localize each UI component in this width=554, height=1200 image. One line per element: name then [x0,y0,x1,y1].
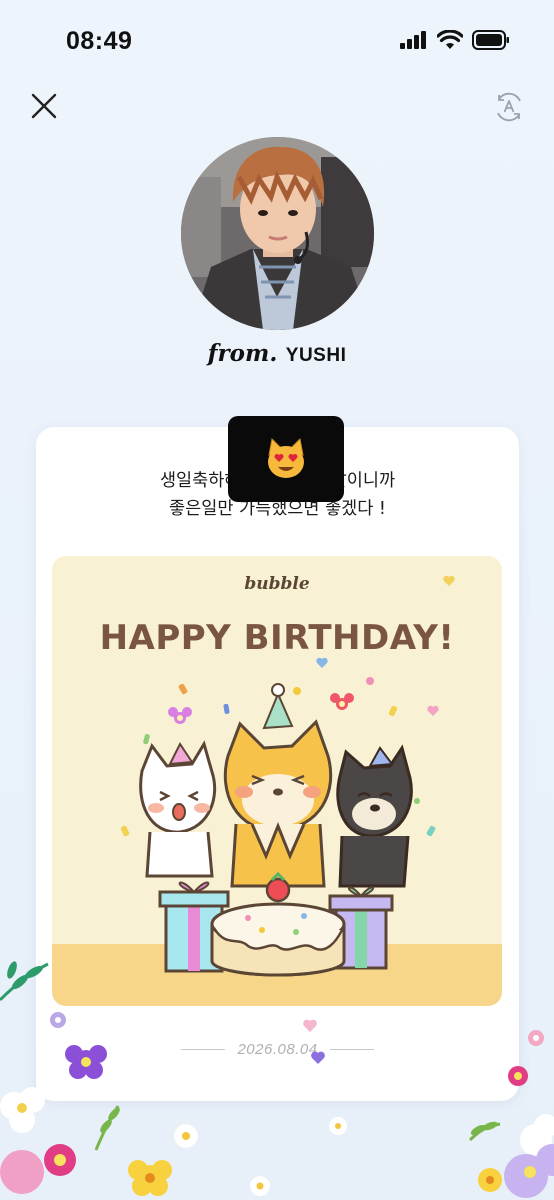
translate-icon [497,92,521,122]
white-dog [139,740,217,878]
status-bar: 08:49 [0,0,554,80]
wifi-icon [437,30,463,49]
date-divider-left [181,1049,226,1050]
close-button[interactable] [26,88,62,124]
shiba-dog [223,683,333,888]
emoji-reaction-popup[interactable] [228,416,344,502]
sender-name: YUSHI [285,345,347,366]
date-row: 2026.08.04 [36,1041,519,1058]
daisy [173,1117,347,1196]
from-line: from. YUSHI [0,340,554,367]
profile-photo [181,137,374,330]
status-time: 08:49 [66,27,133,55]
pink-flower [0,1144,76,1194]
letter-card: 생일축하해요~ 특별한 날이니까 좋은일만 가득했으면 좋겠다 ! bubble… [36,427,519,1101]
signal-icon [400,31,426,49]
battery-icon [472,30,509,50]
birthday-illustration [52,575,502,1006]
status-icons [400,30,510,50]
yellow-flower [128,1160,172,1196]
birthday-image: bubble HAPPY BIRTHDAY! [52,556,502,1006]
decor-flowers [168,575,455,724]
from-prefix: from. [207,340,278,367]
avatar [181,137,374,330]
date-divider-right [329,1049,374,1050]
translate-button[interactable] [494,92,524,122]
black-dog [336,744,413,888]
close-icon [31,93,57,119]
white-flower [0,1087,45,1133]
date-text: 2026.08.04 [237,1041,318,1058]
cake [210,871,346,977]
heart-eyes-cat-icon [268,437,304,478]
